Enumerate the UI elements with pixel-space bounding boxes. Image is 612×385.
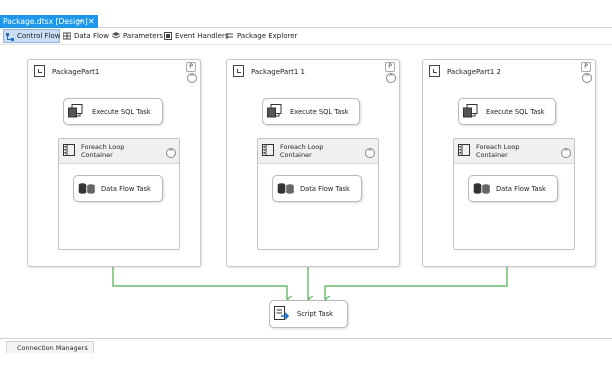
tab-control-flow[interactable]: Control Flow [3, 29, 61, 43]
tab-label: Event Handlers [175, 32, 229, 40]
data-flow-icon [63, 32, 71, 40]
container-header: PackagePart1 1 [227, 60, 399, 86]
task-label: Execute SQL Task [486, 107, 545, 116]
tab-package-explorer[interactable]: Package Explorer [224, 29, 297, 43]
sequence-container-icon [429, 65, 440, 77]
close-icon[interactable]: ✕ [88, 15, 95, 28]
script-task[interactable]: Script Task [269, 300, 348, 328]
constraint-arrow-1[interactable] [112, 264, 287, 299]
collapse-icon[interactable]: ^ [582, 73, 592, 83]
execute-sql-task-1[interactable]: Execute SQL Task [63, 98, 163, 125]
tab-label: Parameters [123, 32, 164, 40]
task-label: Execute SQL Task [290, 107, 349, 116]
collapse-icon[interactable]: ^ [365, 148, 375, 158]
loop-header: Foreach Loop Container [59, 139, 179, 164]
tab-connection-managers[interactable]: Connection Managers [6, 341, 94, 353]
loop-title: Foreach Loop Container [476, 143, 520, 159]
data-flow-task-1[interactable]: Data Flow Task [73, 175, 163, 202]
loop-header: Foreach Loop Container [454, 139, 574, 164]
sequence-container-icon [233, 65, 244, 77]
collapse-icon[interactable]: ^ [187, 73, 197, 83]
container-title: PackagePart1 [52, 68, 100, 76]
container-header: PackagePart1 2 [423, 60, 595, 86]
tab-label: Control Flow [17, 32, 61, 40]
package-part-badge: P [186, 62, 196, 72]
script-task-icon [274, 306, 290, 320]
parameters-icon [112, 32, 120, 39]
sequence-container-3[interactable]: PackagePart1 2 P ^ Execute SQL Task Fore… [422, 59, 596, 267]
constraint-arrow-3[interactable] [325, 264, 508, 299]
foreach-loop-icon [458, 144, 470, 156]
data-flow-task-3[interactable]: Data Flow Task [468, 175, 558, 202]
loop-title: Foreach Loop Container [81, 143, 125, 159]
tab-event-handlers[interactable]: Event Handlers [162, 29, 229, 43]
control-flow-icon [6, 33, 14, 41]
collapse-icon[interactable]: ^ [166, 148, 176, 158]
execute-sql-task-icon [267, 104, 282, 118]
document-tab-title: Package.dtsx [Design] [3, 17, 88, 26]
tab-label: Package Explorer [237, 32, 298, 40]
container-title: PackagePart1 2 [447, 68, 501, 76]
tab-parameters[interactable]: Parameters [110, 29, 163, 43]
designer-tabs: Control Flow Data Flow Parameters Event … [0, 29, 612, 43]
data-flow-task-icon [78, 183, 95, 194]
foreach-loop-icon [262, 144, 274, 156]
container-title: PackagePart1 1 [251, 68, 305, 76]
collapse-icon[interactable]: ^ [561, 148, 571, 158]
task-label: Script Task [297, 310, 333, 318]
task-label: Data Flow Task [101, 184, 151, 193]
package-part-badge: P [385, 62, 395, 72]
execute-sql-task-icon [68, 104, 83, 118]
execute-sql-task-2[interactable]: Execute SQL Task [262, 98, 360, 125]
loop-title: Foreach Loop Container [280, 143, 324, 159]
package-explorer-icon [226, 33, 233, 39]
document-tab-package[interactable]: Package.dtsx [Design] ↪ ✕ [0, 15, 98, 28]
data-flow-task-icon [473, 183, 490, 194]
task-label: Data Flow Task [496, 184, 546, 193]
data-flow-task-icon [277, 183, 294, 194]
package-part-badge: P [581, 62, 591, 72]
foreach-loop-container-1[interactable]: Foreach Loop Container ^ Data Flow Task [58, 138, 180, 250]
control-flow-canvas[interactable]: PackagePart1 P ^ Execute SQL Task Foreac… [0, 44, 612, 338]
sequence-container-1[interactable]: PackagePart1 P ^ Execute SQL Task Foreac… [27, 59, 201, 267]
execute-sql-task-3[interactable]: Execute SQL Task [458, 98, 556, 125]
container-header: PackagePart1 [28, 60, 200, 86]
tab-data-flow[interactable]: Data Flow [61, 29, 109, 43]
tab-label: Connection Managers [17, 344, 88, 352]
loop-header: Foreach Loop Container [258, 139, 378, 164]
collapse-icon[interactable]: ^ [386, 73, 396, 83]
foreach-loop-container-3[interactable]: Foreach Loop Container ^ Data Flow Task [453, 138, 575, 250]
sequence-container-icon [34, 65, 45, 77]
execute-sql-task-icon [463, 104, 478, 118]
foreach-loop-icon [63, 144, 75, 156]
event-handlers-icon [164, 32, 172, 40]
task-label: Execute SQL Task [92, 107, 151, 116]
sequence-container-2[interactable]: PackagePart1 1 P ^ Execute SQL Task Fore… [226, 59, 400, 267]
pin-icon[interactable]: ↪ [77, 15, 83, 28]
tab-label: Data Flow [74, 32, 109, 40]
task-label: Data Flow Task [300, 184, 350, 193]
foreach-loop-container-2[interactable]: Foreach Loop Container ^ Data Flow Task [257, 138, 379, 250]
data-flow-task-2[interactable]: Data Flow Task [272, 175, 362, 202]
